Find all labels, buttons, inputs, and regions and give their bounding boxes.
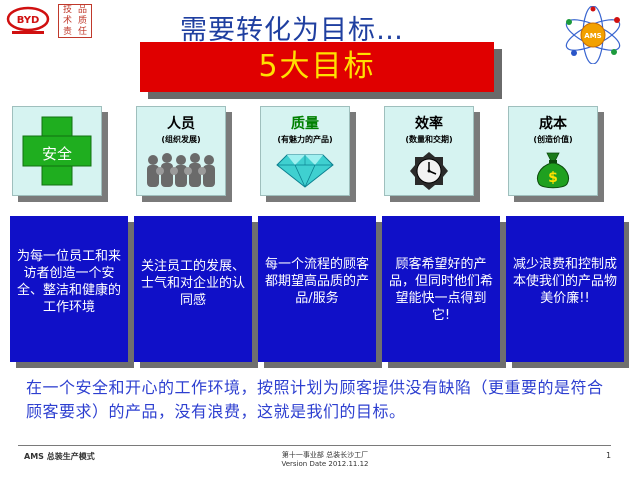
card-title-safety: 安全: [41, 145, 72, 163]
seal-char: 术: [62, 15, 72, 26]
goals-banner: 5大目标: [140, 42, 494, 92]
card-title-efficiency: 效率: [415, 116, 443, 132]
footer-version-date: Version Date 2012.11.12: [281, 460, 369, 468]
card-efficiency: 效率 (数量和交期): [384, 106, 474, 196]
seal-char: 技: [62, 5, 72, 16]
desc-efficiency: 顾客希望好的产品，但同时他们希望能快一点得到它!: [382, 216, 500, 362]
desc-quality: 每一个流程的顾客都期望高品质的产品/服务: [258, 216, 376, 362]
seal-char: 质: [77, 15, 87, 26]
card-safety: 安全: [12, 106, 102, 196]
footer-divider: [18, 445, 611, 446]
svg-text:AMS: AMS: [584, 32, 601, 40]
page-number: 1: [606, 451, 612, 460]
svg-text:$: $: [548, 170, 558, 186]
card-title-quality: 质量: [291, 116, 319, 132]
seal-char: 品: [77, 5, 87, 16]
footer-center-label: 第十一事业部 总装长沙工厂 Version Date 2012.11.12: [250, 451, 400, 469]
seal-char: 责: [62, 26, 72, 37]
desc-cost: 减少浪费和控制成本使我们的产品物美价廉!!: [506, 216, 624, 362]
footer-left-label: AMS 总装生产模式: [24, 452, 95, 461]
card-subtitle-cost: (创造价值): [533, 135, 573, 144]
diamond-icon: [276, 154, 334, 188]
footer-org: 第十一事业部 总装长沙工厂: [281, 451, 369, 459]
seal-char: 任: [77, 26, 87, 37]
card-subtitle-people: (组织发展): [161, 135, 201, 144]
card-subtitle-efficiency: (数量和交期): [405, 135, 453, 144]
card-title-people: 人员: [167, 116, 195, 132]
desc-safety: 为每一位员工和来访者创造一个安全、整洁和健康的工作环境: [10, 216, 128, 362]
clock-icon: [410, 152, 448, 190]
byd-logo-icon: BYD: [6, 6, 50, 34]
summary-text: 在一个安全和开心的工作环境，按照计划为顾客提供没有缺陷（更重要的是符合顾客要求）…: [26, 378, 604, 421]
card-cost: 成本 (创造价值) $: [508, 106, 598, 196]
people-group-icon: [147, 153, 215, 187]
desc-people: 关注员工的发展、士气和对企业的认同感: [134, 216, 252, 362]
card-title-cost: 成本: [539, 116, 567, 132]
money-bag-icon: $: [537, 152, 569, 189]
card-quality: 质量 (有魅力的产品): [260, 106, 350, 196]
ams-logo-icon: AMS: [565, 6, 621, 64]
card-subtitle-quality: (有魅力的产品): [277, 135, 333, 144]
card-people: 人员 (组织发展): [136, 106, 226, 196]
company-seal: 技 品 术 质 责 任: [58, 4, 92, 38]
svg-text:BYD: BYD: [17, 15, 40, 26]
